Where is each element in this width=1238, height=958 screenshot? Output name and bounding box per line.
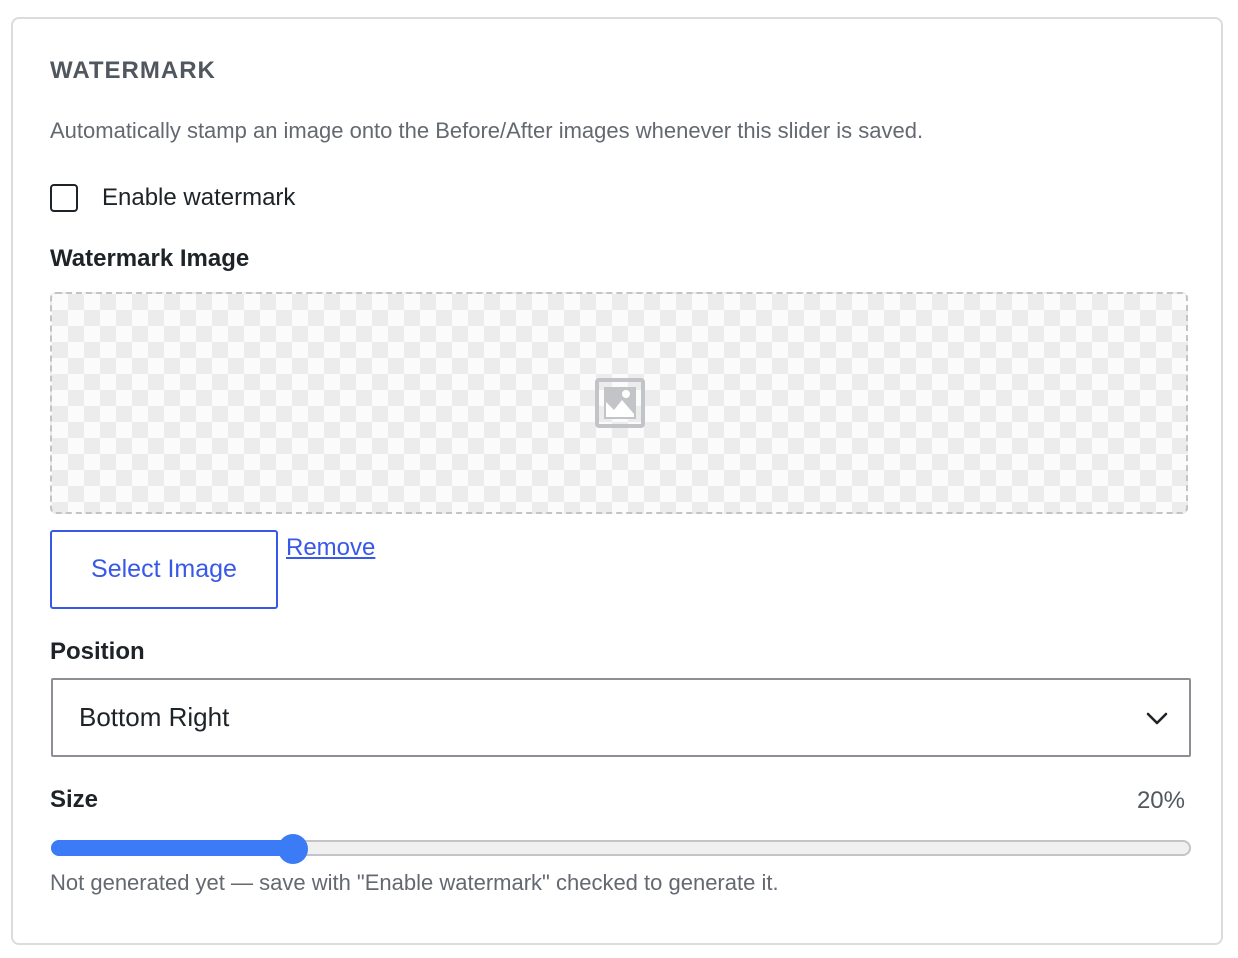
watermark-image-preview[interactable] — [50, 292, 1188, 514]
chevron-down-icon — [1146, 712, 1168, 725]
position-label: Position — [50, 638, 145, 665]
section-description: Automatically stamp an image onto the Be… — [50, 118, 924, 143]
image-placeholder-icon — [595, 378, 645, 428]
remove-image-link[interactable]: Remove — [286, 534, 375, 562]
position-selected-value: Bottom Right — [79, 702, 230, 732]
size-value: 20% — [1136, 787, 1185, 814]
enable-watermark-row[interactable]: Enable watermark — [50, 180, 295, 216]
watermark-image-label: Watermark Image — [50, 245, 250, 272]
section-title: WATERMARK — [50, 57, 216, 84]
size-slider[interactable] — [51, 834, 1191, 864]
slider-thumb[interactable] — [278, 834, 308, 864]
enable-watermark-checkbox[interactable] — [50, 184, 78, 212]
slider-fill — [51, 840, 293, 856]
watermark-panel: WATERMARK Automatically stamp an image o… — [11, 17, 1223, 945]
generation-status-text: Not generated yet — save with "Enable wa… — [50, 870, 779, 895]
position-select[interactable]: Bottom Right — [51, 678, 1191, 757]
select-image-button[interactable]: Select Image — [50, 530, 278, 609]
enable-watermark-label[interactable]: Enable watermark — [102, 184, 295, 212]
size-label: Size — [50, 786, 99, 813]
